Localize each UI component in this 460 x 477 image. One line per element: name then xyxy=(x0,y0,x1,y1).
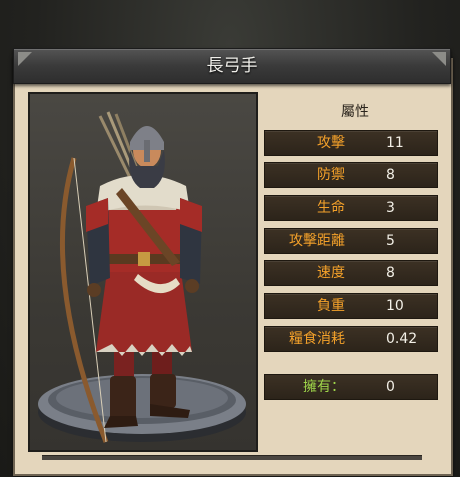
title-bar: 長弓手 xyxy=(13,48,451,84)
stat-value: 8 xyxy=(386,167,395,183)
stat-label: 攻擊 xyxy=(317,135,345,151)
stat-row-attack-range: 攻擊距離 5 xyxy=(264,228,438,254)
window-title: 長弓手 xyxy=(206,56,258,76)
stat-row-health: 生命 3 xyxy=(264,195,438,221)
stat-value: 10 xyxy=(386,298,404,314)
stat-label: 生命 xyxy=(317,200,345,216)
stat-value: 8 xyxy=(386,265,395,281)
stat-value: 3 xyxy=(386,200,395,216)
stat-label: 糧食消耗 xyxy=(289,331,345,347)
stat-row-food-consumption: 糧食消耗 0.42 xyxy=(264,326,438,352)
attributes-heading: 屬性 xyxy=(341,104,369,120)
owned-count-row: 擁有： 0 xyxy=(264,374,438,400)
stat-label: 速度 xyxy=(317,265,345,281)
stat-value: 0.42 xyxy=(386,331,418,347)
bottom-divider xyxy=(42,455,422,460)
stat-value: 5 xyxy=(386,233,395,249)
owned-value: 0 xyxy=(386,379,395,395)
stat-row-speed: 速度 8 xyxy=(264,260,438,286)
stat-row-carry-capacity: 負重 10 xyxy=(264,293,438,319)
stat-label: 負重 xyxy=(317,298,345,314)
unit-portrait-frame xyxy=(28,92,258,452)
stat-label: 防禦 xyxy=(317,167,345,183)
owned-label: 擁有： xyxy=(303,379,345,395)
stat-row-defense: 防禦 8 xyxy=(264,162,438,188)
stat-value: 11 xyxy=(386,135,404,151)
longbowman-figure-icon xyxy=(38,111,246,443)
stat-row-attack: 攻擊 11 xyxy=(264,130,438,156)
stat-label: 攻擊距離 xyxy=(289,233,345,249)
